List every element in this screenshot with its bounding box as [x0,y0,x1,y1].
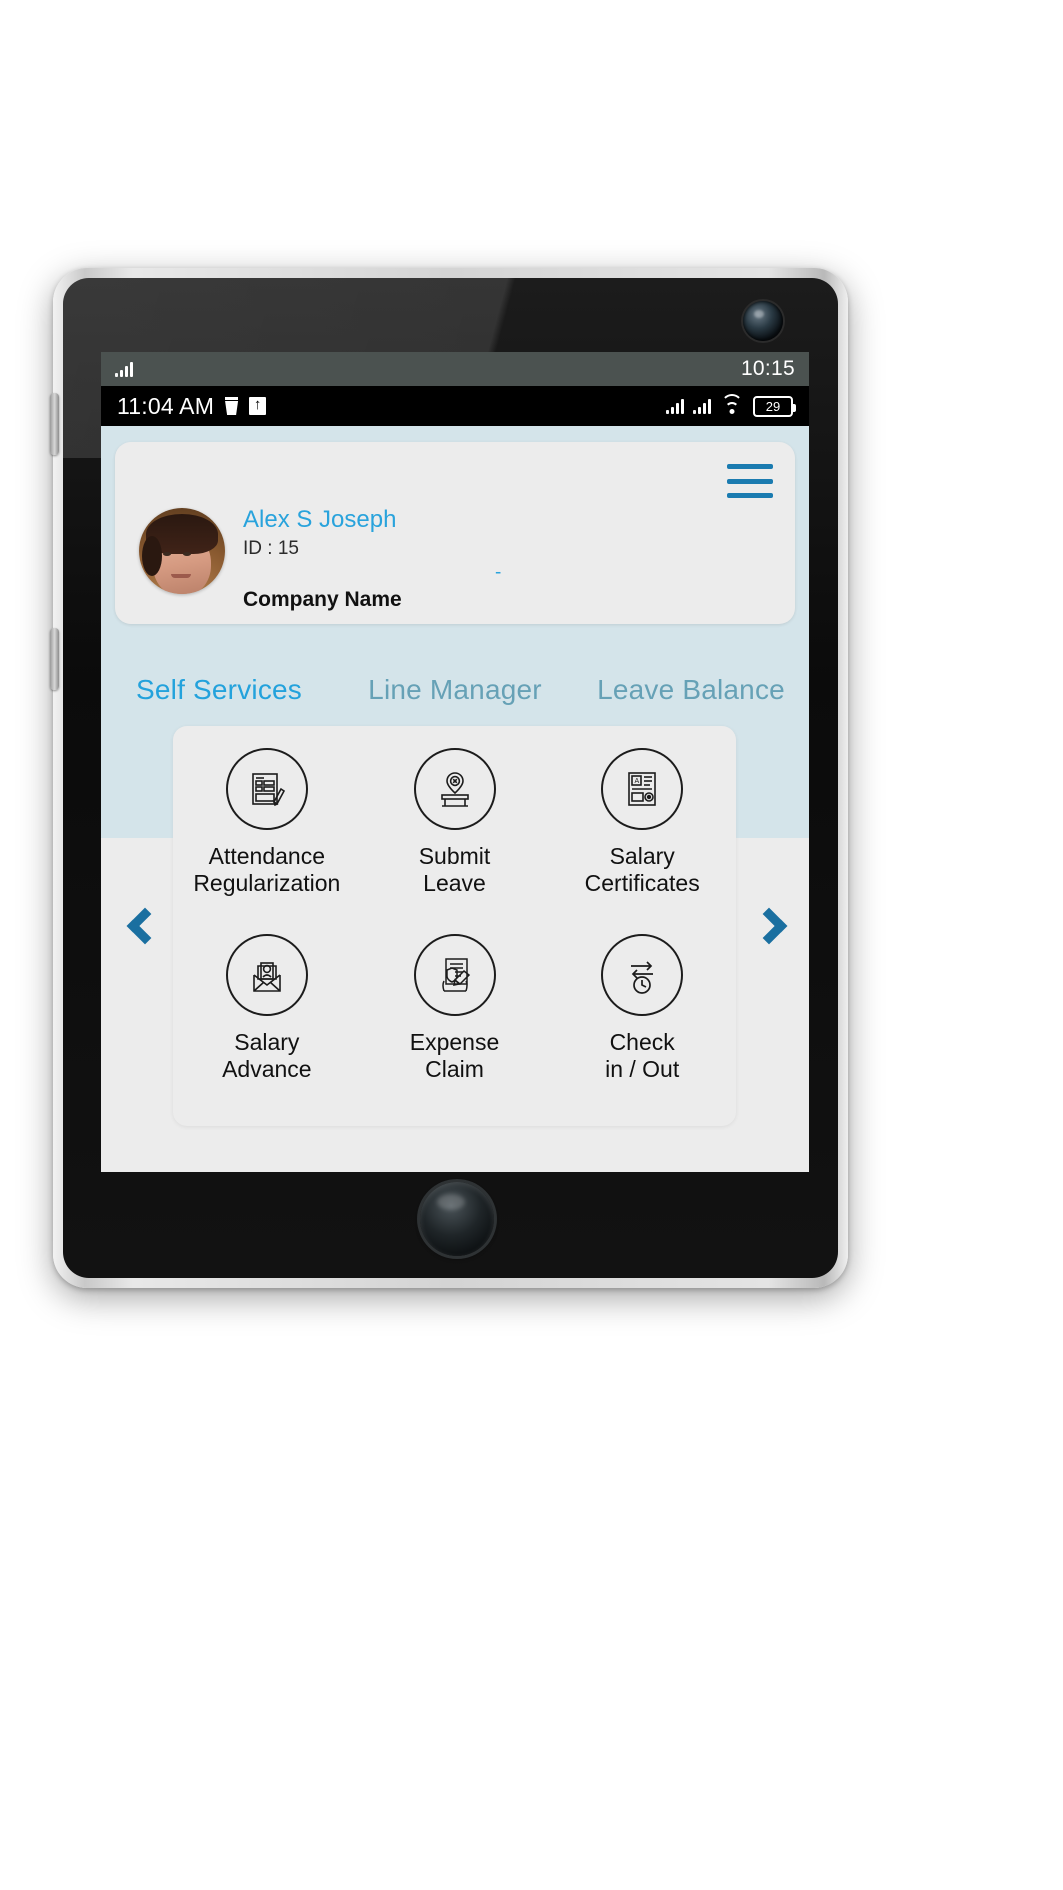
signal-bars-icon [666,398,684,414]
tile-check-in-out[interactable]: Check in / Out [548,934,736,1083]
status-bar-right: 29 [666,394,796,417]
signal-bars-icon [115,361,133,377]
battery-level-label: 29 [765,398,781,414]
hamburger-menu-icon[interactable] [727,464,773,498]
services-row-1: Attendance Regularization Submit Leave A… [173,748,736,897]
device-clock: 10:15 [740,357,795,380]
status-bar-time: 11:04 AM [117,392,215,419]
profile-text: Alex S Joseph ID : 15 [243,506,396,560]
user-name[interactable]: Alex S Joseph [243,506,396,534]
desk-absent-icon [413,748,496,830]
tile-salary-certificates[interactable]: A Salary Certificates [548,748,736,897]
tile-label: Check in / Out [605,1029,680,1083]
next-page-arrow[interactable] [747,896,791,956]
tab-line-manager[interactable]: Line Manager [337,674,573,706]
wifi-icon [720,394,744,415]
services-row-2: Salary Advance Expense Claim Check in / … [173,934,736,1083]
signal-bars-icon [693,398,711,414]
envelope-money-icon [225,934,308,1016]
tile-salary-advance[interactable]: Salary Advance [173,934,361,1083]
tile-expense-claim[interactable]: Expense Claim [361,934,549,1083]
document-pen-icon [225,748,308,830]
tab-leave-balance[interactable]: Leave Balance [573,674,809,706]
tab-self-services[interactable]: Self Services [101,674,337,706]
tile-label: Salary Advance [222,1029,312,1083]
tile-attendance-regularization[interactable]: Attendance Regularization [173,748,361,897]
services-panel: Attendance Regularization Submit Leave A… [173,726,736,1126]
device-bezel: 10:15 11:04 AM 29 [63,278,838,1278]
status-bar-left: 11:04 AM [117,392,267,420]
profile-card: Alex S Joseph ID : 15 - Company Name [115,442,795,624]
trash-icon [224,397,239,415]
device-screen: 10:15 11:04 AM 29 [101,352,809,1172]
avatar[interactable] [139,508,225,594]
battery-icon: 29 [753,395,796,417]
tile-label: Submit Leave [418,843,491,897]
prev-page-arrow[interactable] [123,896,167,956]
upload-icon [249,394,267,415]
tile-label: Expense Claim [409,1029,500,1083]
user-id: ID : 15 [243,537,299,559]
device-status-strip: 10:15 [101,352,809,386]
tab-bar: Self Services Line Manager Leave Balance [101,662,809,718]
volume-down-button[interactable] [50,628,59,690]
profile-placeholder-dash: - [495,562,502,583]
tile-submit-leave[interactable]: Submit Leave [361,748,549,897]
volume-up-button[interactable] [50,393,59,455]
chevron-left-icon [126,907,164,945]
chevron-right-icon [750,907,788,945]
front-camera-icon [743,301,783,341]
claim-form-icon [413,934,496,1016]
home-button[interactable] [420,1182,494,1256]
certificate-icon: A [601,748,684,830]
svg-text:A: A [635,778,640,785]
company-name: Company Name [243,588,402,611]
tile-label: Attendance Regularization [193,843,341,897]
check-in-out-icon [601,934,684,1016]
app-content: Alex S Joseph ID : 15 - Company Name Sel… [101,426,809,1172]
android-status-bar: 11:04 AM 29 [101,386,809,426]
tile-label: Salary Certificates [584,843,700,897]
tablet-device: 10:15 11:04 AM 29 [50,268,848,1288]
